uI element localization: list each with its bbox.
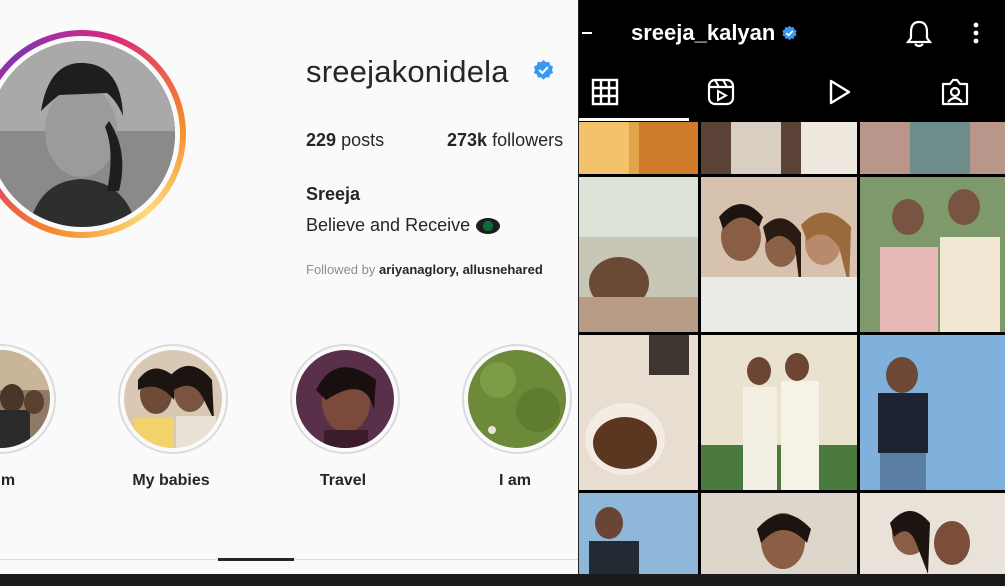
profile-story-ring[interactable]: [0, 30, 186, 238]
bell-icon[interactable]: [905, 18, 933, 48]
highlight-my-babies[interactable]: [118, 344, 228, 454]
post-thumbnail[interactable]: [860, 493, 1005, 574]
post-thumbnail[interactable]: [579, 335, 698, 490]
highlight-travel[interactable]: [290, 344, 400, 454]
mobile-tabs: [579, 66, 1005, 122]
mobile-username: sreeja_kalyan: [631, 20, 776, 45]
verified-badge-icon: [533, 59, 554, 80]
profile-full-name: Sreeja: [306, 184, 361, 204]
profile-avatar[interactable]: [0, 41, 175, 227]
post-thumbnail[interactable]: [579, 177, 698, 332]
profile-bio: Believe and Receive: [306, 215, 501, 236]
highlight-travel-cover: [296, 350, 394, 448]
highlight-i-am[interactable]: [462, 344, 572, 454]
post-thumbnail[interactable]: [701, 493, 857, 574]
reels-icon[interactable]: [705, 76, 737, 108]
post-thumbnail[interactable]: [579, 122, 698, 174]
highlight-1[interactable]: [0, 344, 56, 454]
followed-by-line[interactable]: Followed by ariyanaglory, allusnehared: [306, 262, 543, 277]
highlight-my-babies-cover: [124, 350, 222, 448]
active-tab-underline: [579, 118, 689, 121]
post-thumbnail[interactable]: [860, 122, 1005, 174]
more-options-icon[interactable]: [973, 22, 979, 44]
post-thumbnail[interactable]: [701, 122, 857, 174]
post-thumbnail[interactable]: [701, 335, 857, 490]
verified-badge-icon: [782, 25, 797, 41]
highlight-i-am-label: I am: [498, 472, 531, 489]
followed-by-prefix: Followed by: [306, 262, 376, 277]
highlight-1-label: m: [0, 472, 16, 489]
followers-count: 273k: [447, 130, 488, 150]
active-tab-indicator: [218, 558, 294, 561]
followers-label: followers: [492, 130, 564, 150]
highlight-my-babies-label: My babies: [132, 472, 210, 489]
post-thumbnail[interactable]: [701, 177, 857, 332]
posts-count: 229: [306, 130, 337, 150]
posts-count-stat: 229 posts: [306, 130, 384, 151]
bottom-bar: [0, 574, 1005, 586]
grid-icon[interactable]: [589, 76, 621, 108]
bio-text: Believe and Receive: [306, 215, 471, 235]
highlight-1-cover: [0, 350, 50, 448]
desktop-profile-panel: sreejakonidela 229 posts 273k followers …: [0, 0, 579, 574]
posts-label: posts: [341, 130, 385, 150]
globe-emoji-icon: [476, 218, 501, 235]
mobile-header: sreeja_kalyan: [579, 0, 1005, 66]
profile-username: sreejakonidela: [306, 54, 509, 89]
post-thumbnail[interactable]: [860, 335, 1005, 490]
followers-count-stat[interactable]: 273k followers: [447, 130, 563, 151]
play-icon[interactable]: [823, 76, 855, 108]
back-icon[interactable]: [582, 32, 592, 34]
post-thumbnail[interactable]: [579, 493, 698, 574]
post-thumbnail[interactable]: [860, 177, 1005, 332]
followed-by-names: ariyanaglory, allusnehared: [379, 262, 543, 277]
highlight-i-am-cover: [468, 350, 566, 448]
mobile-profile-panel: sreeja_kalyan: [579, 0, 1005, 574]
highlight-travel-label: Travel: [319, 472, 367, 489]
tagged-icon[interactable]: [939, 76, 971, 108]
